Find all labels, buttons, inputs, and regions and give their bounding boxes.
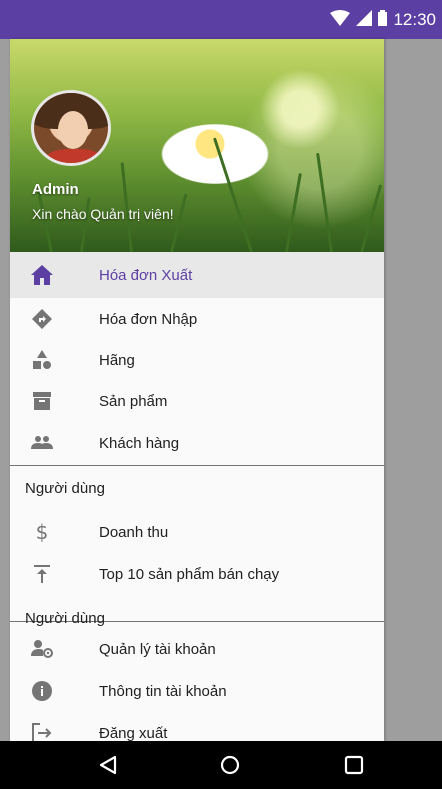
manage-accounts-icon [30,637,54,661]
menu-item-hoa-don-xuat[interactable]: Hóa đơn Xuất [10,252,384,298]
section-divider [10,465,384,466]
status-icons: 12:30 [330,9,436,31]
category-icon [30,348,54,372]
menu-label: Thông tin tài khoản [99,682,227,700]
wifi-icon [330,9,351,31]
menu-item-top-10[interactable]: Top 10 sản phẩm bán chạy [10,553,384,595]
drawer-header: Admin Xin chào Quản trị viên! [10,39,384,252]
menu-label: Hóa đơn Xuất [99,266,193,284]
menu-label: Đăng xuất [99,724,168,742]
menu-item-khach-hang[interactable]: Khách hàng [10,422,384,464]
menu-item-hoa-don-nhap[interactable]: Hóa đơn Nhập [10,298,384,340]
user-name: Admin [32,181,79,198]
user-greeting: Xin chào Quản trị viên! [32,206,174,222]
avatar[interactable] [31,90,111,166]
signal-icon [356,9,373,31]
home-circle-icon[interactable] [218,753,242,777]
navigation-drawer: Admin Xin chào Quản trị viên! Hóa đơn Xu… [10,39,384,741]
menu-item-dang-xuat[interactable]: Đăng xuất [10,712,384,741]
menu-label: Khách hàng [99,434,180,452]
menu-label: Hóa đơn Nhập [99,310,198,328]
archive-icon [30,389,54,413]
vertical-align-top-icon [30,562,54,586]
home-icon [30,263,54,287]
menu-item-quan-ly-tai-khoan[interactable]: Quản lý tài khoản [10,628,384,670]
section-title: Người dùng [25,480,105,497]
navigation-bar [0,741,442,789]
menu-label: Hãng [99,351,135,369]
menu-label: Quản lý tài khoản [99,640,216,658]
status-time: 12:30 [393,10,436,29]
drawer-scrim[interactable] [384,39,442,741]
menu-item-thong-tin-tai-khoan[interactable]: Thông tin tài khoản [10,670,384,712]
menu-item-doanh-thu[interactable]: $ Doanh thu [10,511,384,553]
logout-icon [30,721,54,741]
menu-label: Sản phẩm [99,392,168,410]
info-icon [30,679,54,703]
people-icon [30,431,54,455]
directions-icon [30,307,54,331]
menu-item-hang[interactable]: Hãng [10,340,384,380]
status-bar: 12:30 [0,0,442,39]
recents-icon[interactable] [342,753,366,777]
menu-label: Doanh thu [99,523,169,541]
section-title: Người dùng [25,610,105,627]
menu-item-san-pham[interactable]: Sản phẩm [10,380,384,422]
dollar-icon: $ [35,520,49,544]
back-icon[interactable] [96,753,120,777]
menu-label: Top 10 sản phẩm bán chạy [99,565,280,583]
battery-icon [378,9,388,31]
